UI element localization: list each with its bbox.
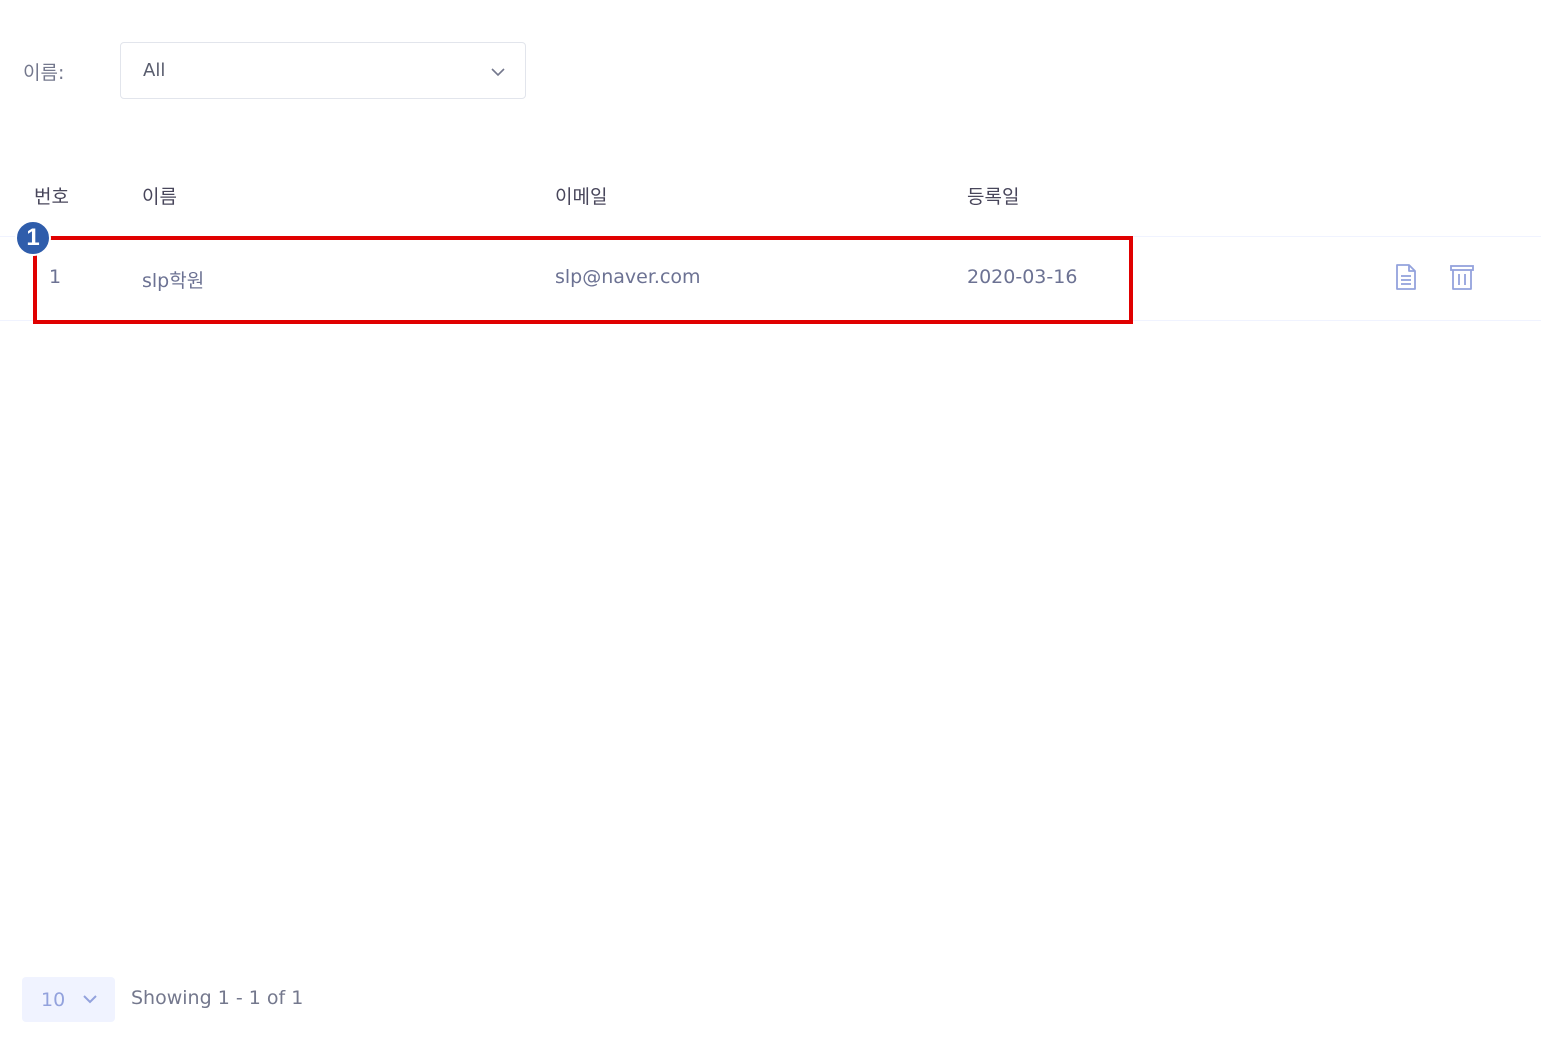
name-filter-select[interactable]: All: [120, 42, 526, 99]
page-size-value: 10: [41, 989, 66, 1011]
chevron-down-icon: [491, 68, 505, 77]
name-filter-value: All: [143, 60, 166, 81]
annotation-step-badge: 1: [15, 220, 51, 256]
chevron-down-icon: [83, 995, 97, 1004]
column-header-number[interactable]: 번호: [34, 182, 69, 209]
column-header-email[interactable]: 이메일: [555, 182, 607, 209]
column-header-name[interactable]: 이름: [142, 182, 177, 209]
pagination-info: Showing 1 - 1 of 1: [131, 987, 304, 1009]
trash-icon[interactable]: [1449, 263, 1475, 291]
annotation-highlight-box: [33, 236, 1133, 324]
column-header-date[interactable]: 등록일: [967, 182, 1019, 209]
member-list-page: 이름: All 번호 이름 이메일 등록일 1 slp학원 slp@naver.…: [0, 0, 1541, 1038]
name-filter-label: 이름:: [23, 62, 65, 84]
page-size-select[interactable]: 10: [22, 977, 115, 1022]
document-icon[interactable]: [1393, 263, 1419, 291]
